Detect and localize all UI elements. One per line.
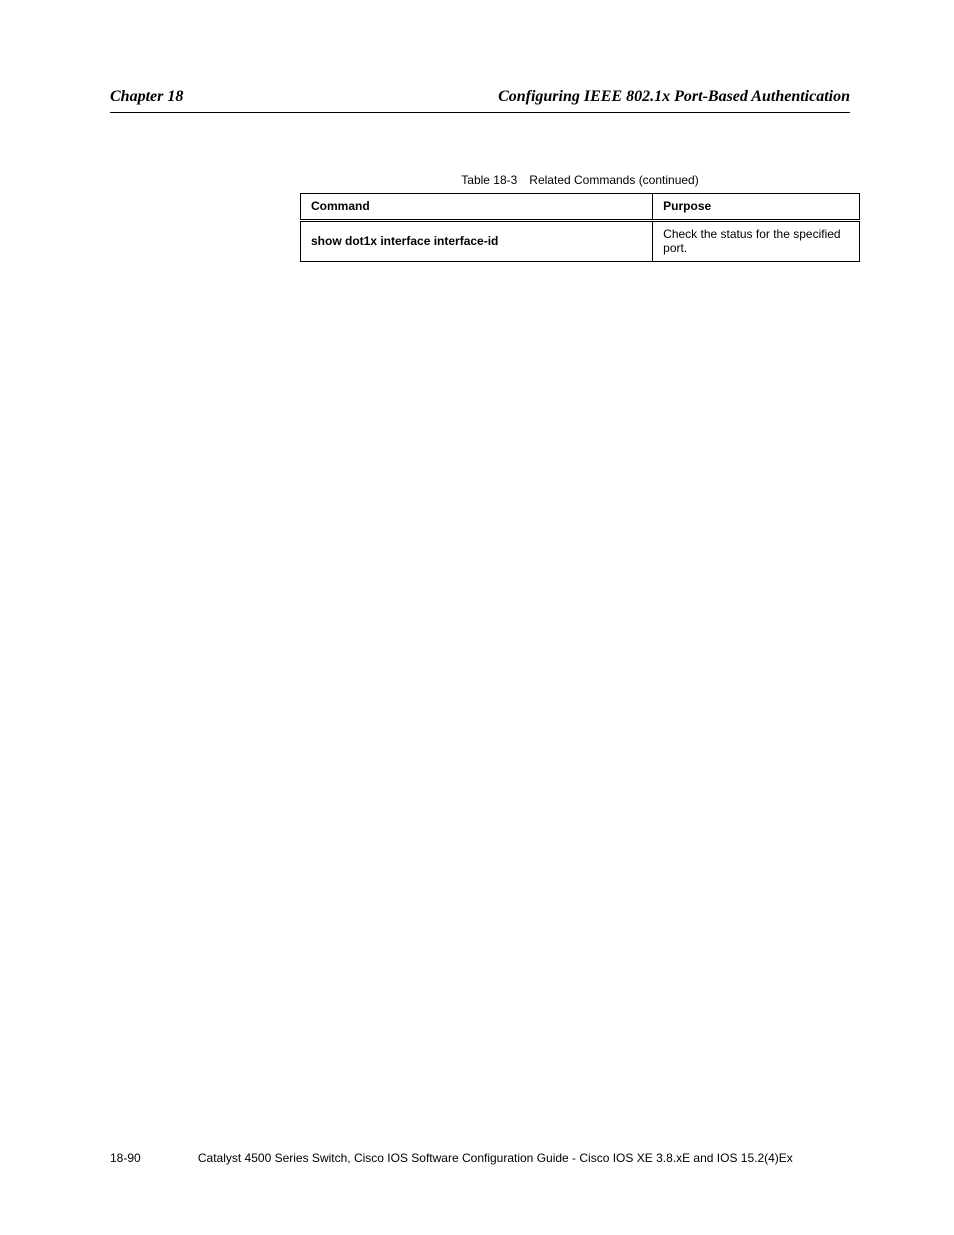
related-commands-table: Command Purpose show dot1x interface int… (300, 193, 860, 262)
page-footer: 18-90 Catalyst 4500 Series Switch, Cisco… (110, 1151, 850, 1165)
footer-doc-title: Catalyst 4500 Series Switch, Cisco IOS S… (198, 1151, 793, 1165)
command-text: show dot1x interface interface-id (311, 234, 498, 248)
footer-page-number: 18-90 (110, 1151, 141, 1165)
table-caption-text: Table 18-3 Related Commands (continued) (461, 173, 698, 187)
header-chapter: Chapter 18 (110, 88, 183, 106)
header-rule (110, 112, 850, 113)
header-title: Configuring IEEE 802.1x Port-Based Authe… (498, 88, 850, 106)
table-caption: Table 18-3 Related Commands (continued) (300, 173, 860, 187)
table-row: show dot1x interface interface-id Check … (301, 221, 860, 262)
table-header-row: Command Purpose (301, 194, 860, 221)
col-header-purpose: Purpose (653, 194, 860, 221)
cell-purpose: Check the status for the specified port. (653, 221, 860, 262)
col-header-command: Command (301, 194, 653, 221)
related-commands-table-block: Table 18-3 Related Commands (continued) … (300, 173, 860, 262)
cell-command: show dot1x interface interface-id (301, 221, 653, 262)
page-header: Chapter 18 Configuring IEEE 802.1x Port-… (110, 88, 850, 106)
